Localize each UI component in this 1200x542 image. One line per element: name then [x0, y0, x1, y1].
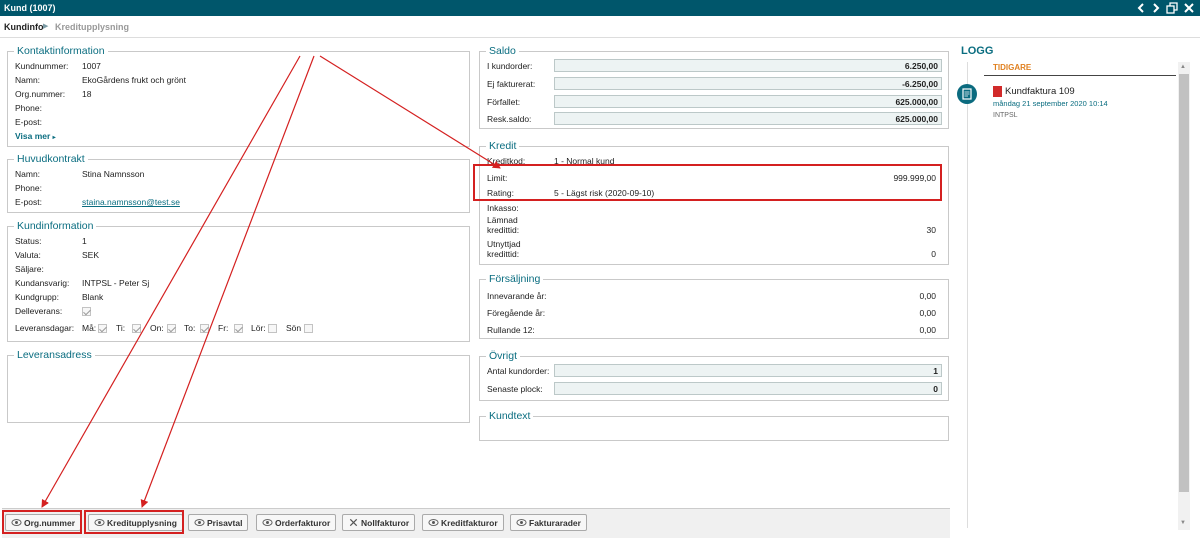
annotation-arrow — [41, 55, 301, 508]
annotation-arrows — [41, 55, 501, 508]
annotation-arrow — [319, 55, 501, 169]
annotation-arrow — [140, 55, 315, 508]
